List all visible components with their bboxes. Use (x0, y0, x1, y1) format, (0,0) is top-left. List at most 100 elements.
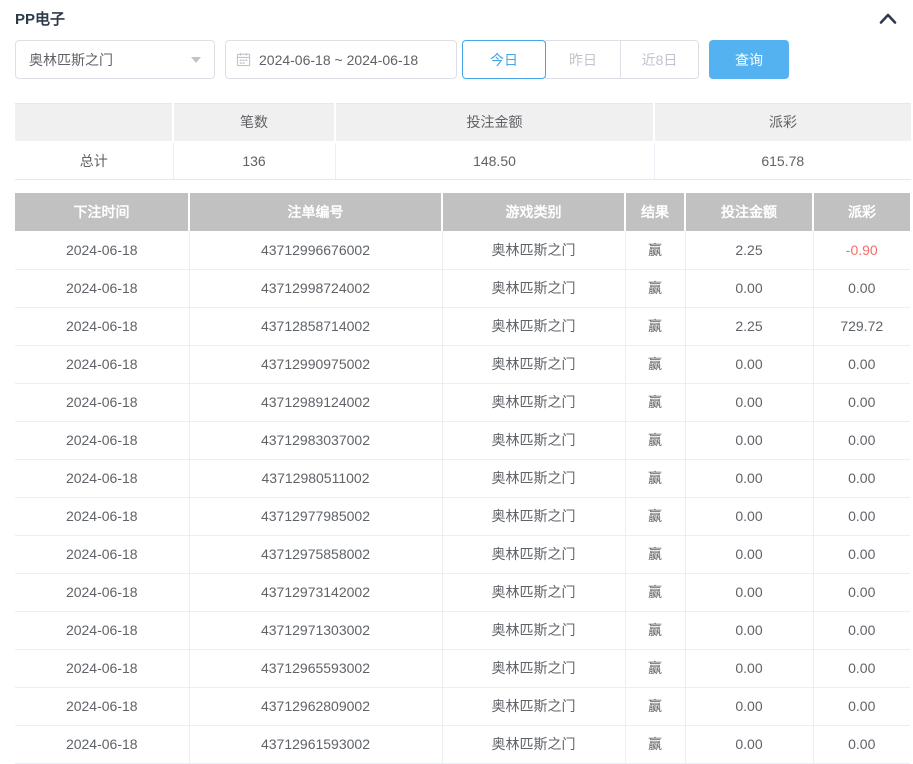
table-cell: 2024-06-18 (15, 687, 189, 725)
table-cell: 赢 (625, 307, 685, 345)
table-cell: 赢 (625, 269, 685, 307)
summary-table: 笔数投注金额派彩 总计136148.50615.78 (15, 103, 911, 180)
table-cell: 0.00 (685, 269, 813, 307)
table-cell: 0.00 (813, 573, 910, 611)
table-cell: 奥林匹斯之门 (442, 573, 625, 611)
table-cell: 43712858714002 (189, 307, 442, 345)
table-cell: 2024-06-18 (15, 307, 189, 345)
page-title: PP电子 (15, 8, 65, 29)
table-cell: 43712965593002 (189, 649, 442, 687)
column-header (15, 104, 173, 142)
table-cell: 43712996676002 (189, 231, 442, 269)
table-cell: 总计 (15, 142, 173, 180)
table-row: 2024-06-1843712975858002奥林匹斯之门赢0.000.00 (15, 535, 910, 573)
table-cell: -0.90 (813, 231, 910, 269)
table-cell: 43712990975002 (189, 345, 442, 383)
table-cell: 0.00 (813, 687, 910, 725)
table-cell: 43712980511002 (189, 459, 442, 497)
table-cell: 2024-06-18 (15, 497, 189, 535)
table-cell: 0.00 (813, 421, 910, 459)
table-cell: 136 (173, 142, 335, 180)
game-select-value: 奥林匹斯之门 (29, 50, 113, 70)
game-select[interactable]: 奥林匹斯之门 (15, 40, 215, 79)
table-row: 2024-06-1843712961593002奥林匹斯之门赢0.000.00 (15, 725, 910, 763)
table-cell: 615.78 (654, 142, 911, 180)
table-cell: 赢 (625, 383, 685, 421)
table-cell: 奥林匹斯之门 (442, 307, 625, 345)
table-cell: 2024-06-18 (15, 231, 189, 269)
last-8-days-button[interactable]: 近8日 (620, 40, 699, 79)
table-cell: 2024-06-18 (15, 345, 189, 383)
summary-body: 总计136148.50615.78 (15, 142, 911, 180)
chevron-up-icon (879, 13, 897, 28)
table-cell: 0.00 (813, 383, 910, 421)
table-cell: 0.00 (685, 687, 813, 725)
yesterday-button[interactable]: 昨日 (545, 40, 621, 79)
table-row: 2024-06-1843712858714002奥林匹斯之门赢2.25729.7… (15, 307, 910, 345)
table-cell: 2024-06-18 (15, 269, 189, 307)
table-cell: 43712961593002 (189, 725, 442, 763)
bet-records-table: 下注时间注单编号游戏类别结果投注金额派彩 2024-06-18437129966… (15, 193, 910, 764)
table-row: 2024-06-1843712983037002奥林匹斯之门赢0.000.00 (15, 421, 910, 459)
column-header: 下注时间 (15, 193, 189, 231)
table-cell: 0.00 (685, 611, 813, 649)
table-cell: 2024-06-18 (15, 383, 189, 421)
table-cell: 赢 (625, 459, 685, 497)
table-cell: 奥林匹斯之门 (442, 611, 625, 649)
table-cell: 奥林匹斯之门 (442, 649, 625, 687)
table-row: 总计136148.50615.78 (15, 142, 911, 180)
table-cell: 43712973142002 (189, 573, 442, 611)
table-cell: 奥林匹斯之门 (442, 725, 625, 763)
calendar-icon (236, 52, 251, 67)
table-cell: 0.00 (813, 345, 910, 383)
date-range-input[interactable]: 2024-06-18 ~ 2024-06-18 (225, 40, 457, 79)
table-cell: 729.72 (813, 307, 910, 345)
table-cell: 2024-06-18 (15, 459, 189, 497)
records-header-row: 下注时间注单编号游戏类别结果投注金额派彩 (15, 193, 910, 231)
table-cell: 奥林匹斯之门 (442, 383, 625, 421)
table-cell: 0.00 (685, 573, 813, 611)
query-button[interactable]: 查询 (709, 40, 789, 79)
table-cell: 0.00 (685, 421, 813, 459)
table-cell: 2024-06-18 (15, 649, 189, 687)
table-cell: 0.00 (813, 497, 910, 535)
table-cell: 43712975858002 (189, 535, 442, 573)
panel-header: PP电子 (0, 0, 913, 28)
table-cell: 2024-06-18 (15, 725, 189, 763)
table-row: 2024-06-1843712973142002奥林匹斯之门赢0.000.00 (15, 573, 910, 611)
quick-range-button-group: 今日 昨日 近8日 (462, 40, 699, 79)
table-cell: 0.00 (685, 649, 813, 687)
table-cell: 赢 (625, 231, 685, 269)
table-row: 2024-06-1843712989124002奥林匹斯之门赢0.000.00 (15, 383, 910, 421)
table-cell: 赢 (625, 687, 685, 725)
column-header: 派彩 (654, 104, 911, 142)
today-button[interactable]: 今日 (462, 40, 546, 79)
caret-down-icon (191, 57, 201, 63)
column-header: 投注金额 (685, 193, 813, 231)
collapse-button[interactable] (879, 12, 897, 25)
table-cell: 赢 (625, 573, 685, 611)
table-cell: 奥林匹斯之门 (442, 687, 625, 725)
table-cell: 2.25 (685, 231, 813, 269)
table-cell: 0.00 (813, 649, 910, 687)
table-cell: 奥林匹斯之门 (442, 459, 625, 497)
table-cell: 赢 (625, 535, 685, 573)
table-cell: 0.00 (813, 611, 910, 649)
table-cell: 赢 (625, 611, 685, 649)
table-cell: 0.00 (813, 459, 910, 497)
table-cell: 0.00 (685, 725, 813, 763)
table-cell: 2024-06-18 (15, 535, 189, 573)
table-cell: 0.00 (813, 725, 910, 763)
table-cell: 0.00 (685, 383, 813, 421)
table-row: 2024-06-1843712998724002奥林匹斯之门赢0.000.00 (15, 269, 910, 307)
records-body: 2024-06-1843712996676002奥林匹斯之门赢2.25-0.90… (15, 231, 910, 763)
column-header: 结果 (625, 193, 685, 231)
table-cell: 2.25 (685, 307, 813, 345)
table-cell: 2024-06-18 (15, 573, 189, 611)
column-header: 游戏类别 (442, 193, 625, 231)
table-cell: 148.50 (335, 142, 654, 180)
table-cell: 0.00 (685, 345, 813, 383)
table-cell: 43712971303002 (189, 611, 442, 649)
table-cell: 赢 (625, 649, 685, 687)
table-row: 2024-06-1843712980511002奥林匹斯之门赢0.000.00 (15, 459, 910, 497)
